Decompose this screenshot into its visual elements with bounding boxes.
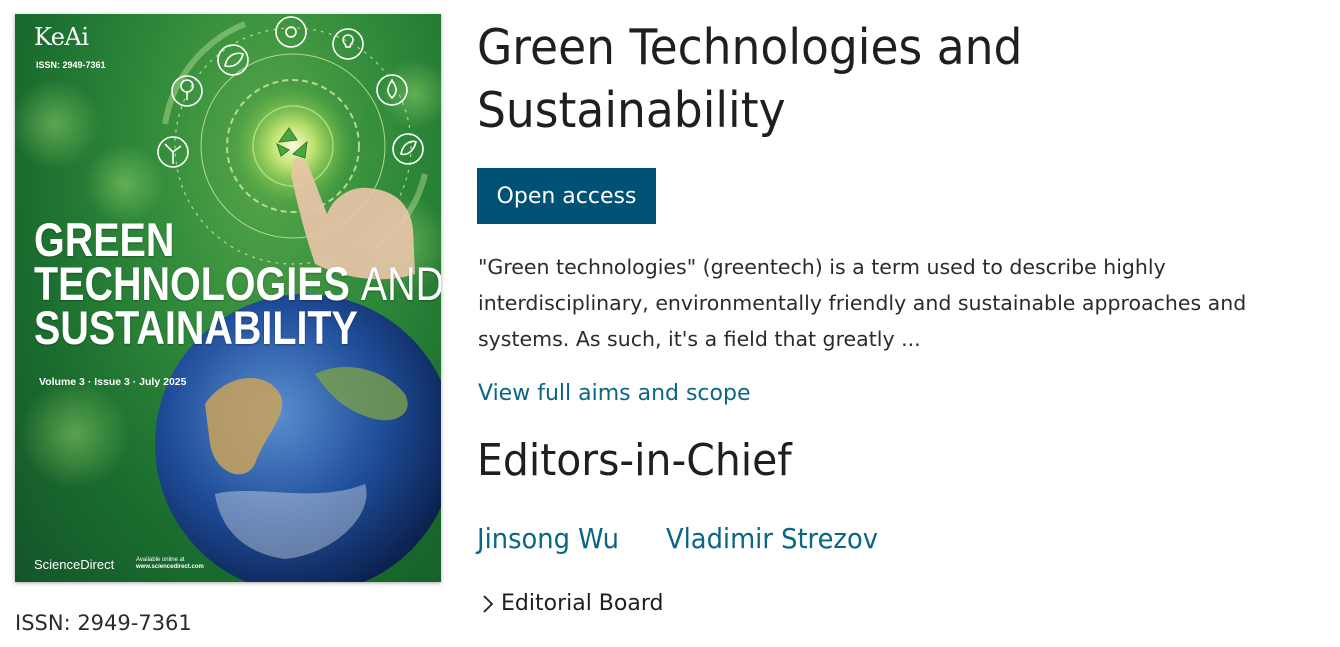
editor-link[interactable]: Jinsong Wu — [477, 522, 619, 555]
editorial-board-link[interactable]: Editorial Board — [481, 591, 663, 616]
chevron-right-icon — [483, 594, 494, 613]
leaf-icon — [217, 44, 249, 76]
publisher-logo: KeAi — [34, 23, 89, 51]
leaf-icon — [392, 133, 424, 165]
wind-turbine-icon — [157, 136, 189, 168]
lightbulb-icon — [332, 28, 364, 60]
aims-scope-link[interactable]: View full aims and scope — [478, 381, 751, 406]
cover-title-line: SUSTAINABILITY — [34, 301, 358, 354]
cover-available: Available online at www.sciencedirect.co… — [136, 557, 204, 571]
cover-sciencedirect: ScienceDirect — [34, 557, 115, 572]
sun-icon — [275, 16, 307, 48]
open-access-button[interactable]: Open access — [477, 168, 656, 224]
cover-title-word: AND — [360, 257, 441, 310]
cover-issn: ISSN: 2949-7361 — [36, 60, 106, 70]
cover-available-url: www.sciencedirect.com — [136, 564, 204, 570]
cover-title: GREEN TECHNOLOGIES AND SUSTAINABILITY — [34, 213, 441, 354]
journal-description: "Green technologies" (greentech) is a te… — [478, 255, 1247, 351]
journal-cover: KeAi ISSN: 2949-7361 GREEN TECHNOLOGIES … — [15, 14, 441, 582]
cover-volume: Volume 3 · Issue 3 · July 2025 — [39, 376, 187, 388]
editors-heading: Editors-in-Chief — [477, 435, 792, 486]
journal-title: Green Technologies and Sustainability — [477, 19, 1023, 139]
editorial-board-label: Editorial Board — [501, 591, 664, 616]
cover-title-line: TECHNOLOGIES AND — [34, 260, 441, 307]
cover-available-line: Available online at — [136, 557, 185, 563]
issn-label: ISSN: 2949-7361 — [15, 611, 192, 635]
editor-link[interactable]: Vladimir Strezov — [666, 522, 878, 555]
cover-title-line: GREEN — [34, 213, 175, 266]
